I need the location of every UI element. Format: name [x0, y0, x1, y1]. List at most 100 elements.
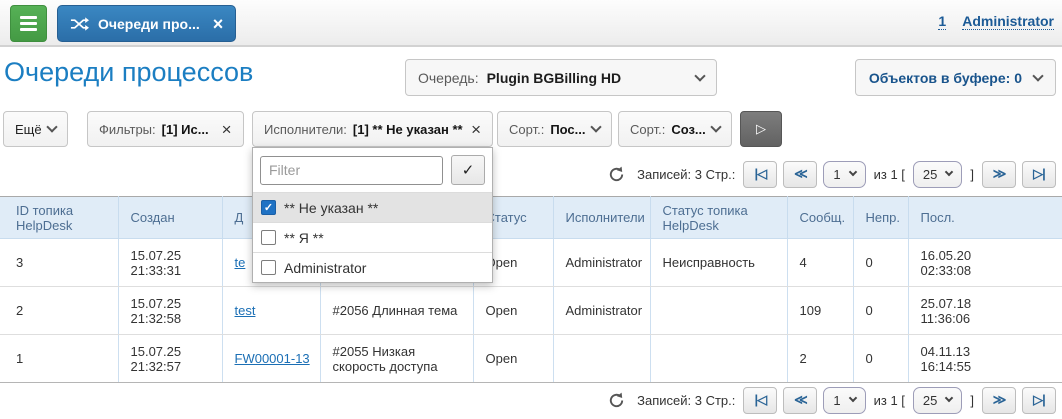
checkbox-unchecked-icon[interactable] — [261, 230, 276, 245]
chevron-down-icon — [694, 70, 705, 81]
page-number-select[interactable]: 1 — [823, 387, 865, 414]
refresh-button[interactable] — [608, 166, 625, 183]
current-user-link[interactable]: Administrator — [962, 13, 1054, 30]
buffer-objects-label: Объектов в буфере: 0 — [869, 70, 1022, 86]
chevron-down-icon — [710, 121, 721, 132]
next-page-button[interactable]: ≫ — [982, 387, 1016, 414]
sort2-value: Соз... — [671, 122, 705, 137]
cell-topic: #2056 Длинная тема — [320, 287, 473, 335]
chevron-down-icon — [945, 168, 953, 176]
dropdown-filter-row: ✓ — [253, 148, 492, 192]
user-area: 1 Administrator — [938, 13, 1054, 30]
cell-unread: 0 — [853, 335, 908, 383]
filters-chip-label: Фильтры: — [99, 122, 156, 137]
filters-clear-icon[interactable]: × — [222, 121, 232, 138]
refresh-button[interactable] — [608, 392, 625, 409]
bracket-close: ] — [970, 393, 974, 408]
sort2-label: Сорт.: — [630, 122, 665, 137]
dropdown-item-me[interactable]: ** Я ** — [253, 222, 492, 252]
next-page-button[interactable]: ≫ — [982, 161, 1016, 188]
sort-select-2[interactable]: Сорт.: Соз... — [618, 111, 732, 147]
buffer-objects-button[interactable]: Объектов в буфере: 0 — [855, 59, 1056, 96]
executors-chip[interactable]: Исполнители: [1] ** Не указан ** × — [252, 111, 493, 147]
executors-chip-value: [1] ** Не указан ** — [353, 122, 463, 137]
dropdown-item-not-specified[interactable]: ✓ ** Не указан ** — [253, 192, 492, 222]
cell-unread: 0 — [853, 239, 908, 287]
page-number-select[interactable]: 1 — [823, 161, 865, 188]
chevron-down-icon — [590, 121, 601, 132]
app-root: Очереди про... × 1 Administrator Очереди… — [0, 0, 1062, 419]
dropdown-item-label: ** Я ** — [284, 230, 324, 246]
col-header-hd-status: Статус топика HelpDesk — [650, 197, 787, 239]
col-header-unread: Непр. — [853, 197, 908, 239]
cell-last: 04.11.13 16:14:55 — [908, 335, 1062, 383]
pagination-bottom: Записей: 3 Стр.: |◁ ≪ 1 из 1 [ 25 ] ≫ ▷| — [608, 385, 1056, 415]
dropdown-item-administrator[interactable]: Administrator — [253, 252, 492, 282]
shuffle-icon — [70, 17, 89, 31]
cell-executors: Administrator — [553, 239, 650, 287]
first-page-button[interactable]: |◁ — [743, 161, 777, 188]
refresh-icon — [608, 392, 625, 409]
hamburger-icon — [20, 16, 37, 19]
cell-executors — [553, 335, 650, 383]
prev-page-button[interactable]: ≪ — [783, 387, 817, 414]
filters-chip[interactable]: Фильтры: [1] Ис... × — [87, 111, 244, 147]
dropdown-item-label: ** Не указан ** — [284, 200, 378, 216]
table-row[interactable]: 2 15.07.25 21:32:58 test #2056 Длинная т… — [0, 287, 1062, 335]
filters-chip-value: [1] Ис... — [162, 122, 209, 137]
more-button[interactable]: Ещё — [3, 111, 68, 147]
dropdown-apply-button[interactable]: ✓ — [451, 155, 485, 185]
page-number-value: 1 — [833, 167, 840, 182]
executors-clear-icon[interactable]: × — [471, 121, 481, 138]
session-count-link[interactable]: 1 — [938, 13, 946, 30]
prev-page-button[interactable]: ≪ — [783, 161, 817, 188]
tab-close-icon[interactable]: × — [213, 15, 224, 33]
checkbox-checked-icon[interactable]: ✓ — [261, 200, 276, 215]
tab-label: Очереди про... — [98, 16, 200, 32]
cell-messages: 2 — [787, 335, 853, 383]
page-size-select[interactable]: 25 — [913, 387, 962, 414]
sort-select-1[interactable]: Сорт.: Пос... — [497, 111, 612, 147]
chevron-down-icon — [848, 168, 856, 176]
chevron-down-icon — [1032, 70, 1043, 81]
cell-messages: 4 — [787, 239, 853, 287]
cell-hd-status — [650, 287, 787, 335]
col-header-created: Создан — [118, 197, 222, 239]
contract-link[interactable]: te — [235, 255, 246, 270]
cell-messages: 109 — [787, 287, 853, 335]
checkbox-unchecked-icon[interactable] — [261, 260, 276, 275]
table-row[interactable]: 1 15.07.25 21:32:57 FW00001-13 #2055 Низ… — [0, 335, 1062, 383]
process-queue-table: ID топика HelpDesk Создан Д Статус Испол… — [0, 196, 1062, 383]
chevron-down-icon — [46, 121, 57, 132]
cell-hd-status — [650, 335, 787, 383]
main-menu-button[interactable] — [10, 5, 47, 42]
cell-hd-status: Неисправность — [650, 239, 787, 287]
cell-id: 2 — [0, 287, 118, 335]
executors-dropdown-panel: ✓ ✓ ** Не указан ** ** Я ** Administrato… — [252, 147, 493, 283]
cell-id: 1 — [0, 335, 118, 383]
first-page-button[interactable]: |◁ — [743, 387, 777, 414]
table-row[interactable]: 3 15.07.25 21:33:31 te Open Administrato… — [0, 239, 1062, 287]
run-query-button[interactable]: ▷ — [740, 111, 782, 147]
contract-link[interactable]: FW00001-13 — [235, 351, 310, 366]
cell-created: 15.07.25 21:33:31 — [118, 239, 222, 287]
last-page-button[interactable]: ▷| — [1022, 387, 1056, 414]
queue-select[interactable]: Очередь: Plugin BGBilling HD — [405, 59, 717, 96]
contract-link[interactable]: test — [235, 303, 256, 318]
records-count-label: Записей: 3 Стр.: — [637, 393, 735, 408]
cell-id: 3 — [0, 239, 118, 287]
tab-process-queues[interactable]: Очереди про... × — [57, 5, 236, 42]
cell-status: Open — [473, 287, 553, 335]
cell-created: 15.07.25 21:32:58 — [118, 287, 222, 335]
last-page-button[interactable]: ▷| — [1022, 161, 1056, 188]
dropdown-filter-input[interactable] — [260, 156, 443, 185]
cell-executors: Administrator — [553, 287, 650, 335]
queue-select-value: Plugin BGBilling HD — [487, 70, 688, 86]
page-size-select[interactable]: 25 — [913, 161, 962, 188]
check-icon: ✓ — [462, 161, 475, 179]
chevron-down-icon — [848, 394, 856, 402]
executors-chip-label: Исполнители: — [264, 122, 347, 137]
cell-last: 16.05.20 02:33:08 — [908, 239, 1062, 287]
page-size-value: 25 — [923, 167, 937, 182]
page-number-value: 1 — [833, 393, 840, 408]
